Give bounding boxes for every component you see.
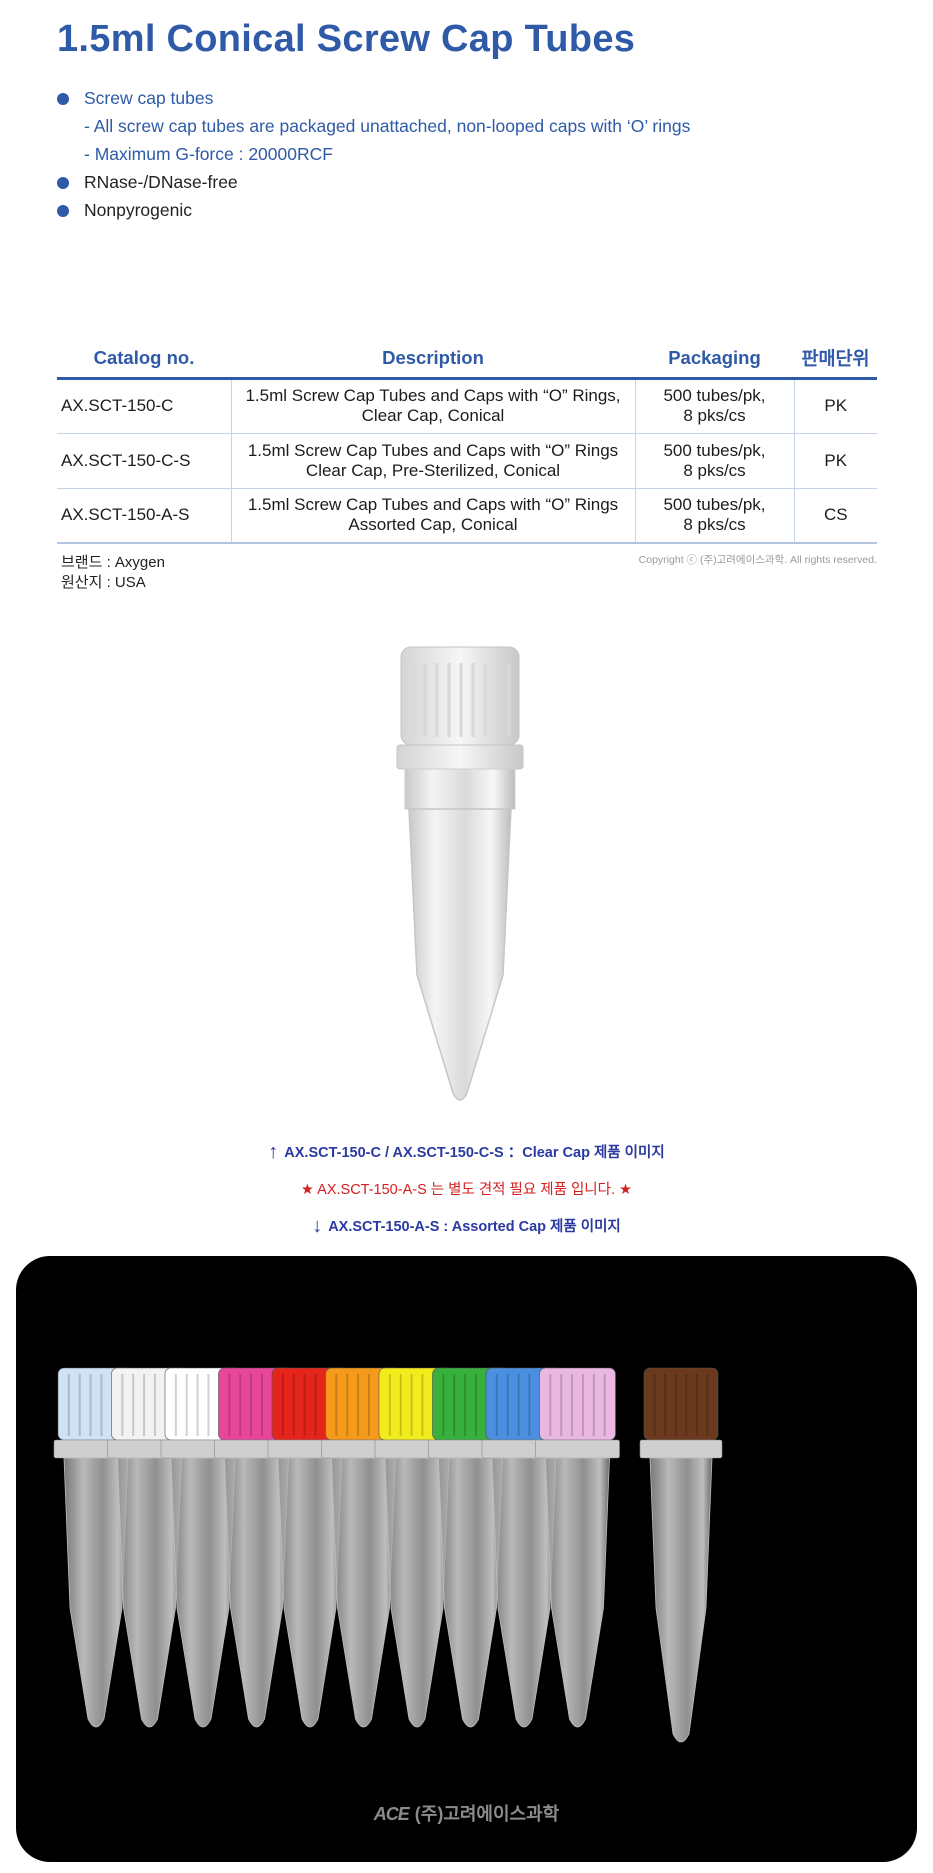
product-meta: 브랜드 : Axygen 원산지 : USA xyxy=(61,553,165,593)
feature-list: Screw cap tubes - All screw cap tubes ar… xyxy=(57,84,877,224)
table-header-row: Catalog no. Description Packaging 판매단위 xyxy=(57,340,877,380)
unit-cell: PK xyxy=(793,378,877,434)
clear-cap-caption: ↑ AX.SCT-150-C / AX.SCT-150-C-S ：Clear Ca… xyxy=(0,1141,933,1164)
feature-text: Nonpyrogenic xyxy=(84,200,192,220)
logo-text: (주)고려에이스과학 xyxy=(414,1804,560,1824)
copyright-text: Copyright ⓒ (주)고려에이스과학. All rights reser… xyxy=(638,554,877,566)
brand-text: 브랜드 : Axygen xyxy=(61,554,165,571)
packaging-cell: 500 tubes/pk, 8 pks/cs xyxy=(634,433,794,489)
assorted-cap-caption-text: AX.SCT-150-A-S : Assorted Cap 제품 이미지 xyxy=(328,1219,621,1235)
bullet-icon xyxy=(57,205,69,217)
catalog-cell: AX.SCT-150-C xyxy=(57,378,231,434)
feature-subitem: - Maximum G-force : 20000RCF xyxy=(84,144,333,164)
page-title: 1.5ml Conical Screw Cap Tubes xyxy=(57,18,636,60)
assorted-cap-photo: ACE (주)고려에이스과학 xyxy=(16,1256,917,1862)
feature-item: RNase-/DNase-free xyxy=(57,168,877,196)
origin-text: 원산지 : USA xyxy=(61,574,146,591)
header-unit: 판매단위 xyxy=(794,340,877,380)
unit-cell: PK xyxy=(793,433,877,489)
description-cell: 1.5ml Screw Cap Tubes and Caps with “O” … xyxy=(230,433,635,489)
product-table: Catalog no. Description Packaging 판매단위 A… xyxy=(57,340,877,544)
table-row: AX.SCT-150-A-S 1.5ml Screw Cap Tubes and… xyxy=(57,488,877,544)
bullet-icon xyxy=(57,177,69,189)
catalog-cell: AX.SCT-150-C-S xyxy=(57,433,231,489)
catalog-cell: AX.SCT-150-A-S xyxy=(57,488,231,544)
down-arrow-icon: ↓ xyxy=(312,1215,323,1237)
feature-item: Screw cap tubes xyxy=(57,84,877,112)
description-cell: 1.5ml Screw Cap Tubes and Caps with “O” … xyxy=(230,378,635,434)
packaging-cell: 500 tubes/pk, 8 pks/cs xyxy=(634,378,794,434)
packaging-cell: 500 tubes/pk, 8 pks/cs xyxy=(634,488,794,544)
feature-text: Screw cap tubes xyxy=(84,88,214,108)
brown-cap-tube xyxy=(639,1367,723,1743)
table-row: AX.SCT-150-C-S 1.5ml Screw Cap Tubes and… xyxy=(57,433,877,489)
clear-cap-caption-text: AX.SCT-150-C / AX.SCT-150-C-S ：Clear Cap… xyxy=(284,1145,665,1161)
assorted-tubes-image xyxy=(53,1367,723,1743)
quote-notice: ★ AX.SCT-150-A-S 는 별도 견적 필요 제품 입니다. ★ xyxy=(300,1182,633,1198)
unit-cell: CS xyxy=(793,488,877,544)
bullet-icon xyxy=(57,93,69,105)
header-catalog: Catalog no. xyxy=(57,340,231,380)
assorted-cap-caption: ↓ AX.SCT-150-A-S : Assorted Cap 제품 이미지 xyxy=(0,1215,933,1238)
feature-subitem: - All screw cap tubes are packaged unatt… xyxy=(84,116,691,136)
logo-mark: ACE xyxy=(373,1804,410,1824)
feature-text: RNase-/DNase-free xyxy=(84,172,238,192)
clear-cap-tube-image xyxy=(396,646,524,1101)
company-logo: ACE (주)고려에이스과학 xyxy=(16,1800,917,1826)
table-row: AX.SCT-150-C 1.5ml Screw Cap Tubes and C… xyxy=(57,378,877,434)
header-packaging: Packaging xyxy=(635,340,794,380)
up-arrow-icon: ↑ xyxy=(268,1141,279,1163)
feature-item: Nonpyrogenic xyxy=(57,196,877,224)
header-description: Description xyxy=(231,340,635,380)
description-cell: 1.5ml Screw Cap Tubes and Caps with “O” … xyxy=(230,488,635,544)
